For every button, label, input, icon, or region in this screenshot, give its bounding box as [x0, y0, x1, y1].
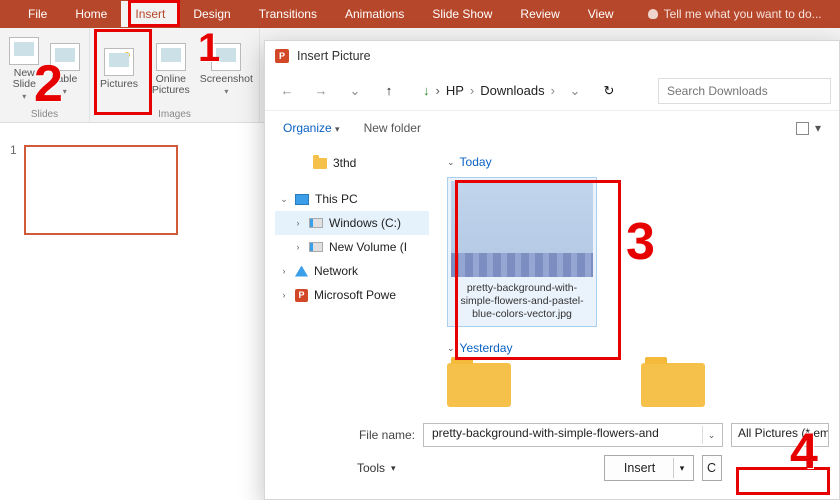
- file-name-label: File name:: [275, 428, 415, 442]
- tree-item-windows-c[interactable]: ›Windows (C:): [275, 211, 429, 235]
- nav-up-button[interactable]: ↑: [375, 77, 403, 105]
- online-pictures-icon: [156, 43, 186, 71]
- search-input[interactable]: [658, 78, 831, 104]
- screenshot-icon: [211, 43, 241, 71]
- insert-picture-dialog: Insert Picture ← → ⌄ ↑ ↓ › HP› Downloads…: [264, 40, 840, 500]
- tab-review[interactable]: Review: [506, 1, 573, 27]
- folder-item[interactable]: [641, 363, 705, 407]
- powerpoint-icon: [295, 289, 308, 302]
- nav-back-button[interactable]: ←: [273, 77, 301, 105]
- nav-recent-button[interactable]: ⌄: [341, 77, 369, 105]
- dialog-toolbar: Organize ▾ New folder ▾: [265, 111, 839, 145]
- tab-transitions[interactable]: Transitions: [245, 1, 331, 27]
- file-name-input[interactable]: pretty-background-with-simple-flowers-an…: [423, 423, 723, 447]
- group-label-images: Images: [96, 108, 253, 120]
- tree-item-3thd[interactable]: ▸3thd: [275, 151, 429, 175]
- tab-animations[interactable]: Animations: [331, 1, 418, 27]
- tree-item-ms-powerpoint[interactable]: ›Microsoft Powe: [275, 283, 429, 307]
- folder-item[interactable]: [447, 363, 511, 407]
- group-today[interactable]: ⌄Today: [447, 155, 825, 169]
- slide-number: 1: [10, 143, 17, 157]
- disk-icon: [309, 242, 323, 252]
- slide-thumbnail[interactable]: [24, 145, 178, 235]
- group-label-slides: Slides: [6, 108, 83, 120]
- nav-forward-button[interactable]: →: [307, 77, 335, 105]
- view-options[interactable]: ▾: [796, 121, 821, 135]
- organize-button[interactable]: Organize ▾: [283, 121, 340, 135]
- new-folder-button[interactable]: New folder: [364, 121, 421, 135]
- cancel-button[interactable]: C: [702, 455, 722, 481]
- dialog-title: Insert Picture: [297, 49, 371, 63]
- file-type-filter[interactable]: All Pictures (*.emf;*.wm: [731, 423, 829, 447]
- pictures-button[interactable]: Pictures: [96, 45, 142, 93]
- powerpoint-icon: [275, 49, 289, 63]
- tab-insert[interactable]: Insert: [121, 1, 179, 27]
- file-item-selected[interactable]: pretty-background-with-simple-flowers-an…: [447, 177, 597, 327]
- tab-file[interactable]: File: [14, 1, 61, 27]
- refresh-button[interactable]: ↻: [595, 77, 623, 105]
- dialog-titlebar: Insert Picture: [265, 41, 839, 71]
- dialog-nav: ← → ⌄ ↑ ↓ › HP› Downloads› ⌄ ↻: [265, 71, 839, 111]
- insert-button[interactable]: Insert▾: [604, 455, 694, 481]
- tree-item-this-pc[interactable]: ⌄This PC: [275, 187, 429, 211]
- dialog-bottom: File name: pretty-background-with-simple…: [265, 415, 839, 499]
- bulb-icon: [648, 9, 658, 19]
- disk-icon: [309, 218, 323, 228]
- tab-slideshow[interactable]: Slide Show: [418, 1, 506, 27]
- screenshot-button[interactable]: Screenshot ▾: [200, 40, 253, 99]
- quick-access-icon: ↓: [423, 83, 430, 98]
- file-caption: pretty-background-with-simple-flowers-an…: [451, 277, 593, 323]
- file-view: ⌄Today pretty-background-with-simple-flo…: [433, 145, 839, 445]
- image-thumbnail: [451, 181, 593, 277]
- chevron-down-icon[interactable]: ▾: [673, 458, 691, 478]
- new-slide-button[interactable]: New Slide ▾: [6, 34, 43, 104]
- tools-button[interactable]: Tools ▾: [357, 461, 396, 475]
- ribbon-tabs: File Home Insert Design Transitions Anim…: [0, 0, 840, 28]
- breadcrumb-dropdown[interactable]: ⌄: [561, 77, 589, 105]
- tab-home[interactable]: Home: [61, 1, 121, 27]
- breadcrumb[interactable]: HP› Downloads›: [446, 83, 555, 98]
- slide-panel: 1: [0, 123, 260, 500]
- breadcrumb-downloads: Downloads: [480, 83, 544, 98]
- chevron-down-icon[interactable]: ⌄: [702, 426, 720, 444]
- tell-me[interactable]: Tell me what you want to do...: [648, 7, 822, 21]
- view-icon: [796, 122, 809, 135]
- table-button[interactable]: Table ▾: [47, 40, 84, 99]
- tab-design[interactable]: Design: [179, 1, 244, 27]
- pc-icon: [295, 194, 309, 205]
- breadcrumb-hp: HP: [446, 83, 464, 98]
- folder-tree: ▸3thd ⌄This PC ›Windows (C:) ›New Volume…: [265, 145, 433, 445]
- picture-icon: [104, 48, 134, 76]
- tree-item-new-volume[interactable]: ›New Volume (I: [275, 235, 429, 259]
- folder-icon: [313, 158, 327, 169]
- tree-item-network[interactable]: ›Network: [275, 259, 429, 283]
- tab-view[interactable]: View: [574, 1, 628, 27]
- online-pictures-button[interactable]: Online Pictures: [146, 40, 196, 99]
- group-yesterday[interactable]: ⌄Yesterday: [447, 341, 825, 355]
- network-icon: [295, 266, 308, 277]
